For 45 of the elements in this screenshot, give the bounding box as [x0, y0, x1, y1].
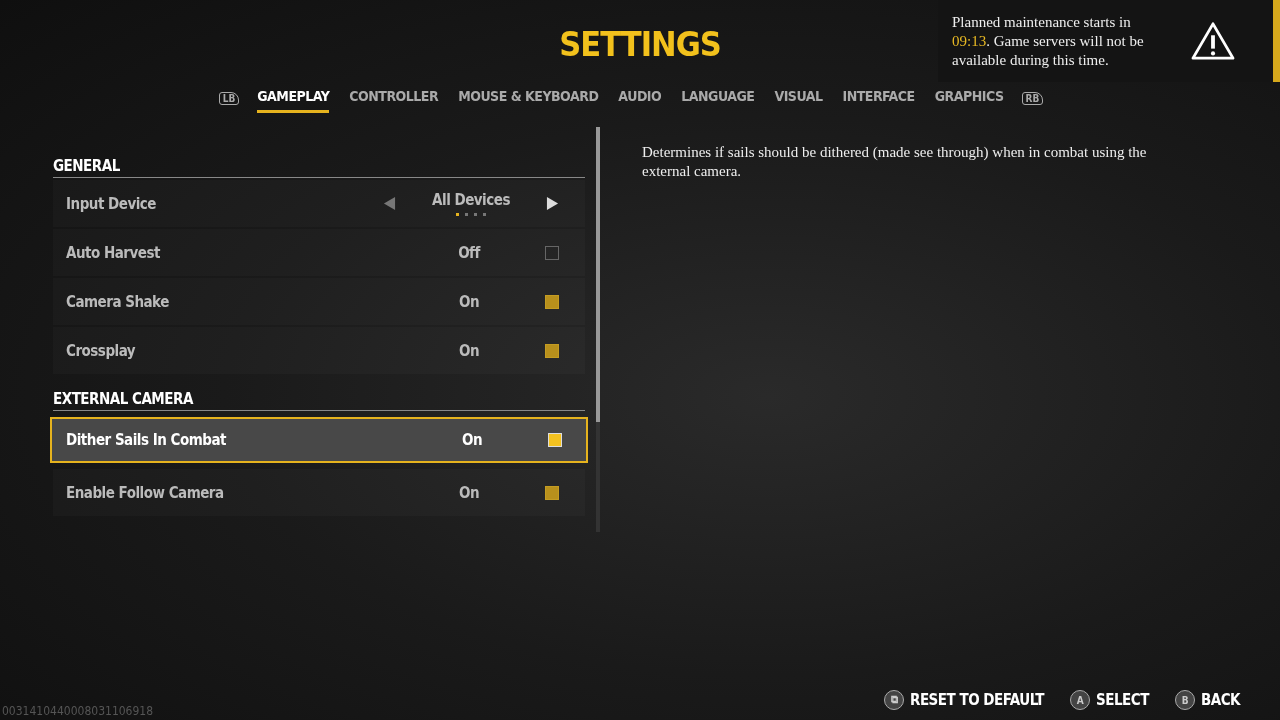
settings-tab[interactable]: GRAPHICS: [934, 84, 1004, 113]
build-id: 0031410440008031106918: [2, 704, 154, 718]
settings-tab[interactable]: MOUSE & KEYBOARD: [458, 84, 599, 113]
warning-icon: [1190, 21, 1236, 61]
section-header: EXTERNAL CAMERA: [53, 376, 585, 411]
settings-tab[interactable]: GAMEPLAY: [257, 84, 330, 113]
settings-tab[interactable]: INTERFACE: [842, 84, 915, 113]
setting-label: Auto Harvest: [66, 243, 161, 262]
setting-row[interactable]: Dither Sails In Combat On: [50, 417, 588, 463]
setting-label: Enable Follow Camera: [66, 483, 225, 502]
setting-value: All Devices: [432, 191, 510, 209]
setting-label: Camera Shake: [66, 292, 170, 311]
setting-description: Determines if sails should be dithered (made see through) when in combat using the external camera.: [642, 143, 1148, 181]
settings-tab[interactable]: LANGUAGE: [681, 84, 755, 113]
setting-value: On: [457, 483, 481, 502]
setting-row[interactable]: Auto Harvest Off: [53, 229, 585, 276]
page-title: SETTINGS: [559, 23, 721, 66]
bumper-key[interactable]: RB: [1021, 92, 1044, 105]
bumper-key[interactable]: LB: [218, 92, 240, 105]
setting-value: On: [460, 431, 484, 449]
setting-value: On: [457, 292, 481, 311]
footer-action[interactable]: B BACK: [1174, 690, 1240, 710]
checkbox[interactable]: [545, 343, 559, 358]
setting-row[interactable]: Input Device All Devices: [53, 180, 585, 227]
setting-row[interactable]: Enable Follow Camera On: [53, 469, 585, 516]
setting-label: Input Device: [66, 194, 157, 213]
setting-value: Off: [457, 243, 482, 262]
scrollbar[interactable]: [596, 127, 600, 532]
right-arrow-icon[interactable]: [546, 196, 559, 211]
left-arrow-icon[interactable]: [383, 196, 396, 211]
settings-tab[interactable]: AUDIO: [618, 84, 662, 113]
settings-tab[interactable]: VISUAL: [774, 84, 823, 113]
setting-row[interactable]: Crossplay On: [53, 327, 585, 374]
checkbox[interactable]: [545, 245, 559, 260]
section-header: GENERAL: [53, 143, 585, 178]
setting-value: On: [457, 341, 481, 360]
settings-tab[interactable]: CONTROLLER: [349, 84, 439, 113]
setting-label: Crossplay: [66, 341, 137, 360]
footer-action[interactable]: A SELECT: [1070, 690, 1149, 710]
setting-row[interactable]: Camera Shake On: [53, 278, 585, 325]
checkbox[interactable]: [545, 485, 559, 500]
setting-label: Dither Sails In Combat: [66, 431, 227, 449]
notice-text: Planned maintenance starts in 09:13. Game servers will not be available during this time.: [952, 12, 1145, 70]
checkbox[interactable]: [545, 294, 559, 309]
footer-action[interactable]: ⧉ RESET TO DEFAULT: [884, 690, 1045, 710]
